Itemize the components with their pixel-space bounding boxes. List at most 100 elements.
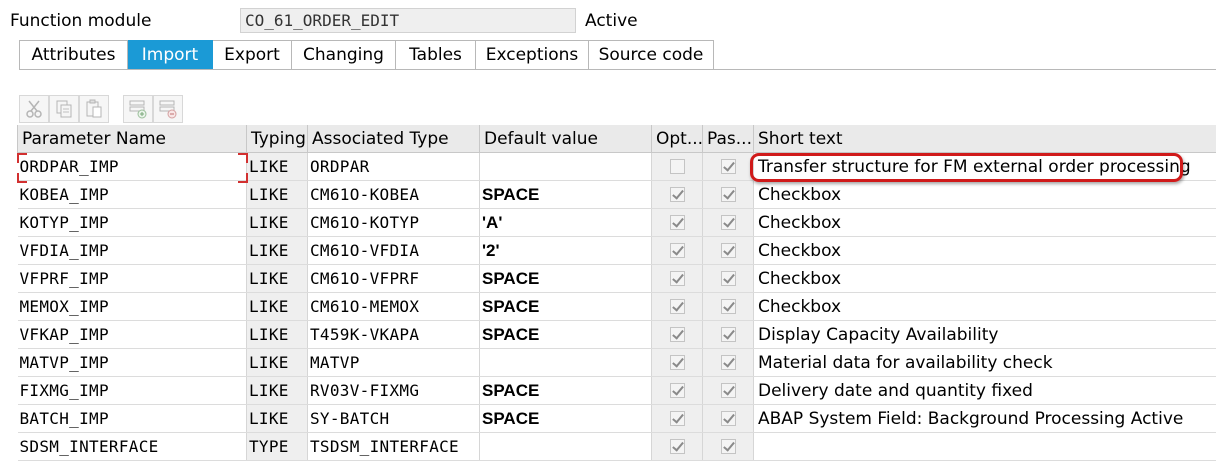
optional-checkbox-cell[interactable] bbox=[652, 293, 703, 321]
function-module-name-field[interactable]: CO_61_ORDER_EDIT bbox=[240, 8, 576, 33]
parameter-name-cell[interactable]: VFKAP_IMP bbox=[18, 321, 247, 349]
table-row[interactable]: VFKAP_IMPLIKET459K-VKAPASPACEDisplay Cap… bbox=[18, 321, 1216, 349]
table-row[interactable]: ORDPAR_IMPLIKEORDPAR Transfer structure f… bbox=[18, 153, 1216, 181]
optional-checkbox-cell[interactable] bbox=[652, 265, 703, 293]
checkbox[interactable] bbox=[670, 187, 685, 202]
typing-cell[interactable]: LIKE bbox=[247, 377, 308, 405]
tab-import[interactable]: Import bbox=[128, 40, 213, 70]
checkbox[interactable] bbox=[670, 299, 685, 314]
typing-cell[interactable]: LIKE bbox=[247, 405, 308, 433]
pass-value-checkbox-cell[interactable] bbox=[703, 209, 754, 237]
default-value-cell[interactable]: '2' bbox=[480, 237, 652, 265]
table-row[interactable]: SDSM_INTERFACETYPETSDSM_INTERFACE bbox=[18, 433, 1216, 461]
table-row[interactable]: FIXMG_IMPLIKERV03V-FIXMGSPACEDelivery da… bbox=[18, 377, 1216, 405]
checkbox[interactable] bbox=[670, 271, 685, 286]
checkbox[interactable] bbox=[670, 159, 685, 174]
checkbox[interactable] bbox=[721, 187, 736, 202]
associated-type-cell[interactable]: ORDPAR bbox=[308, 153, 480, 181]
table-row[interactable]: MEMOX_IMPLIKECM61O-MEMOXSPACE Checkbox bbox=[18, 293, 1216, 321]
tab-attributes[interactable]: Attributes bbox=[19, 40, 128, 70]
tab-tables[interactable]: Tables bbox=[396, 40, 476, 70]
table-row[interactable]: KOTYP_IMPLIKECM61O-KOTYP'A'Checkbox bbox=[18, 209, 1216, 237]
associated-type-cell[interactable]: CM61O-VFDIA bbox=[308, 237, 480, 265]
associated-type-cell[interactable]: CM61O-KOTYP bbox=[308, 209, 480, 237]
tab-source-code[interactable]: Source code bbox=[589, 40, 714, 70]
pass-value-checkbox-cell[interactable] bbox=[703, 237, 754, 265]
column-header-optional[interactable]: Opt... bbox=[652, 125, 703, 153]
column-header-pass-value[interactable]: Pas... bbox=[703, 125, 754, 153]
table-row[interactable]: VFDIA_IMPLIKECM61O-VFDIA'2'Checkbox bbox=[18, 237, 1216, 265]
pass-value-checkbox-cell[interactable] bbox=[703, 265, 754, 293]
optional-checkbox-cell[interactable] bbox=[652, 209, 703, 237]
cut-button[interactable] bbox=[19, 95, 49, 123]
parameter-name-cell[interactable]: ORDPAR_IMP bbox=[18, 153, 247, 181]
checkbox[interactable] bbox=[670, 327, 685, 342]
parameter-name-cell[interactable]: KOTYP_IMP bbox=[18, 209, 247, 237]
column-header-default-value[interactable]: Default value bbox=[480, 125, 652, 153]
checkbox[interactable] bbox=[670, 411, 685, 426]
pass-value-checkbox-cell[interactable] bbox=[703, 377, 754, 405]
checkbox[interactable] bbox=[721, 243, 736, 258]
short-text-cell[interactable]: ABAP System Field: Background Processing… bbox=[754, 405, 1216, 433]
parameter-name-cell[interactable]: VFDIA_IMP bbox=[18, 237, 247, 265]
associated-type-cell[interactable]: CM61O-VFPRF bbox=[308, 265, 480, 293]
short-text-cell[interactable]: Checkbox bbox=[754, 181, 1216, 209]
checkbox[interactable] bbox=[721, 215, 736, 230]
associated-type-cell[interactable]: RV03V-FIXMG bbox=[308, 377, 480, 405]
paste-button[interactable] bbox=[79, 95, 109, 123]
associated-type-cell[interactable]: CM61O-KOBEA bbox=[308, 181, 480, 209]
insert-row-button[interactable] bbox=[123, 95, 153, 123]
optional-checkbox-cell[interactable] bbox=[652, 377, 703, 405]
associated-type-cell[interactable]: CM61O-MEMOX bbox=[308, 293, 480, 321]
typing-cell[interactable]: TYPE bbox=[247, 433, 308, 461]
checkbox[interactable] bbox=[721, 299, 736, 314]
optional-checkbox-cell[interactable] bbox=[652, 433, 703, 461]
checkbox[interactable] bbox=[670, 243, 685, 258]
parameter-name-cell[interactable]: MEMOX_IMP bbox=[18, 293, 247, 321]
checkbox[interactable] bbox=[721, 439, 736, 454]
typing-cell[interactable]: LIKE bbox=[247, 293, 308, 321]
parameter-name-cell[interactable]: BATCH_IMP bbox=[18, 405, 247, 433]
short-text-cell[interactable]: Checkbox bbox=[754, 209, 1216, 237]
default-value-cell[interactable]: 'A' bbox=[480, 209, 652, 237]
parameter-name-cell[interactable]: FIXMG_IMP bbox=[18, 377, 247, 405]
column-header-short-text[interactable]: Short text bbox=[754, 125, 1216, 153]
copy-button[interactable] bbox=[49, 95, 79, 123]
checkbox[interactable] bbox=[721, 411, 736, 426]
default-value-cell[interactable]: SPACE bbox=[480, 377, 652, 405]
short-text-cell[interactable]: Checkbox bbox=[754, 265, 1216, 293]
default-value-cell[interactable]: SPACE bbox=[480, 181, 652, 209]
pass-value-checkbox-cell[interactable] bbox=[703, 405, 754, 433]
typing-cell[interactable]: LIKE bbox=[247, 321, 308, 349]
table-row[interactable]: KOBEA_IMPLIKECM61O-KOBEASPACECheckbox bbox=[18, 181, 1216, 209]
default-value-cell[interactable]: SPACE bbox=[480, 293, 652, 321]
pass-value-checkbox-cell[interactable] bbox=[703, 153, 754, 181]
checkbox[interactable] bbox=[721, 383, 736, 398]
table-row[interactable]: VFPRF_IMPLIKECM61O-VFPRFSPACECheckbox bbox=[18, 265, 1216, 293]
optional-checkbox-cell[interactable] bbox=[652, 321, 703, 349]
short-text-cell[interactable]: Checkbox bbox=[754, 293, 1216, 321]
optional-checkbox-cell[interactable] bbox=[652, 153, 703, 181]
pass-value-checkbox-cell[interactable] bbox=[703, 293, 754, 321]
checkbox[interactable] bbox=[721, 271, 736, 286]
optional-checkbox-cell[interactable] bbox=[652, 237, 703, 265]
column-header-associated-type[interactable]: Associated Type bbox=[308, 125, 480, 153]
short-text-cell[interactable]: Transfer structure for FM external order… bbox=[754, 153, 1216, 181]
parameter-name-cell[interactable]: SDSM_INTERFACE bbox=[18, 433, 247, 461]
optional-checkbox-cell[interactable] bbox=[652, 405, 703, 433]
associated-type-cell[interactable]: MATVP bbox=[308, 349, 480, 377]
typing-cell[interactable]: LIKE bbox=[247, 349, 308, 377]
associated-type-cell[interactable]: SY-BATCH bbox=[308, 405, 480, 433]
default-value-cell[interactable]: SPACE bbox=[480, 321, 652, 349]
default-value-cell[interactable]: SPACE bbox=[480, 405, 652, 433]
pass-value-checkbox-cell[interactable] bbox=[703, 321, 754, 349]
checkbox[interactable] bbox=[670, 383, 685, 398]
table-row[interactable]: BATCH_IMPLIKESY-BATCHSPACE ABAP System Fi… bbox=[18, 405, 1216, 433]
checkbox[interactable] bbox=[670, 355, 685, 370]
column-header-parameter-name[interactable]: Parameter Name bbox=[18, 125, 247, 153]
checkbox[interactable] bbox=[721, 327, 736, 342]
default-value-cell[interactable] bbox=[480, 433, 652, 461]
pass-value-checkbox-cell[interactable] bbox=[703, 181, 754, 209]
pass-value-checkbox-cell[interactable] bbox=[703, 433, 754, 461]
typing-cell[interactable]: LIKE bbox=[247, 153, 308, 181]
